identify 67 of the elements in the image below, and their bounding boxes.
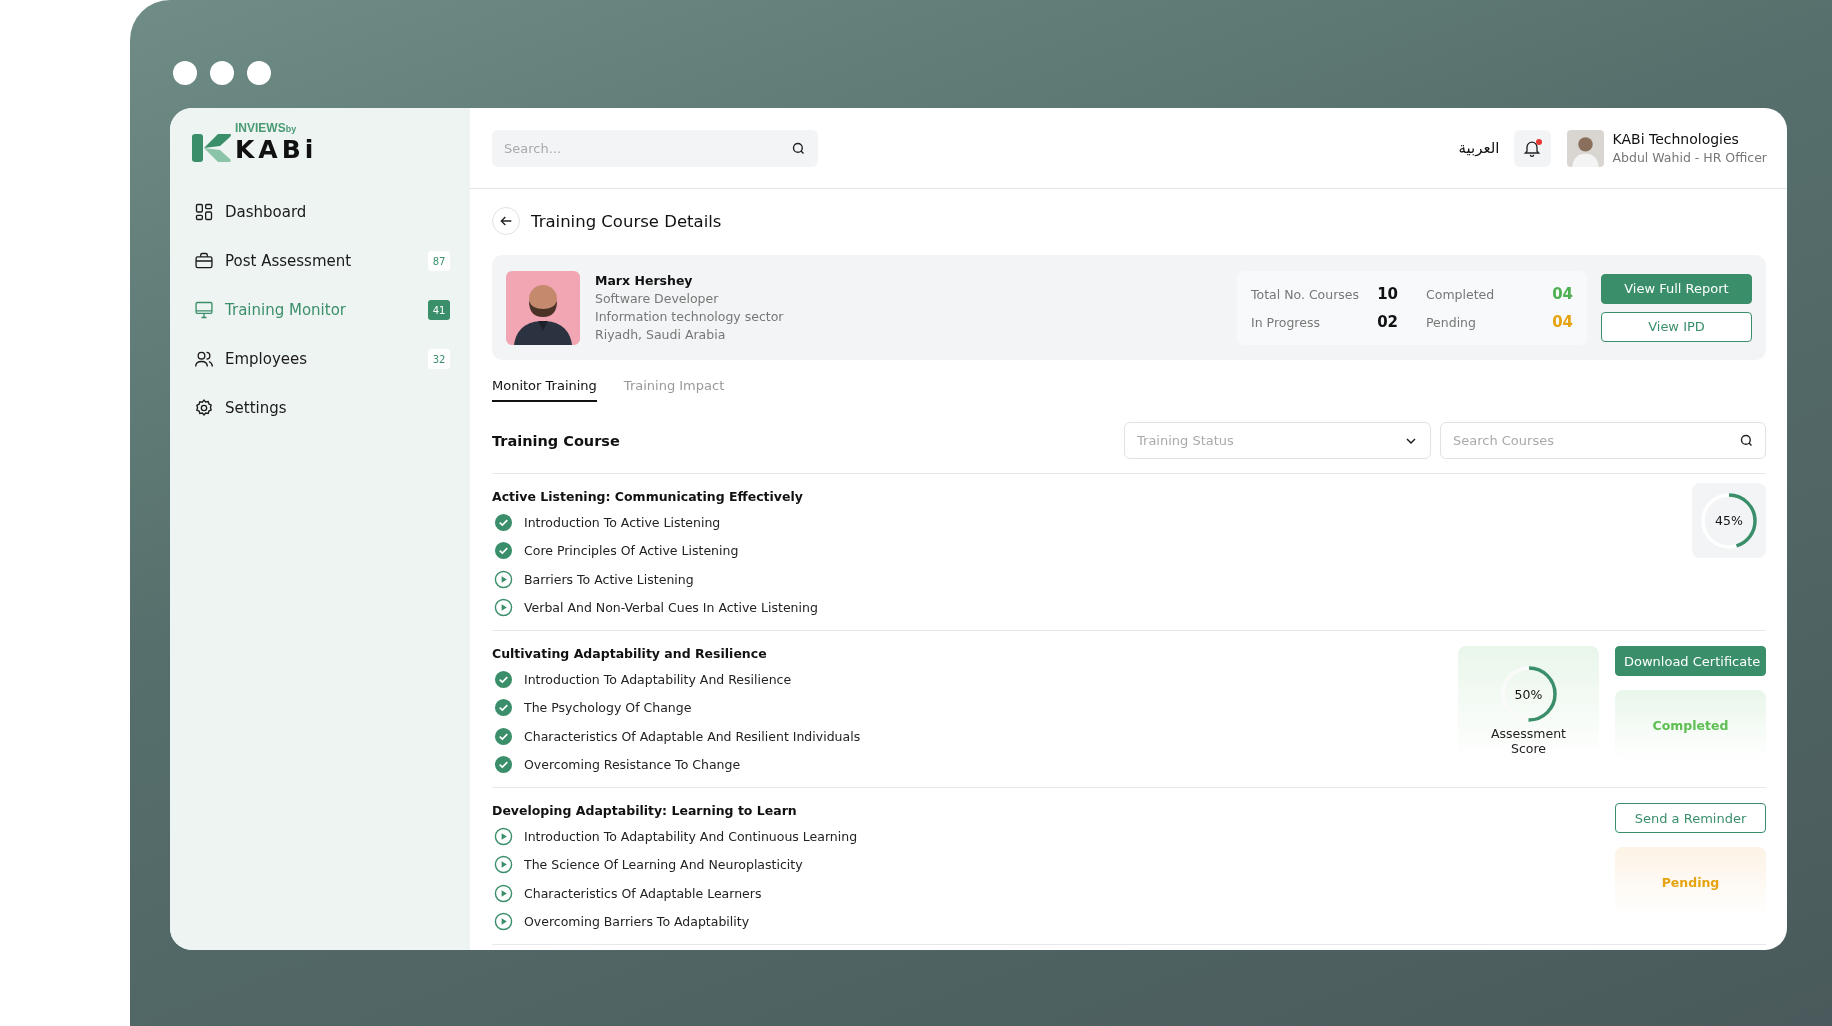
stat-value: 04 — [1552, 284, 1573, 303]
report-button[interactable]: View Full Report — [1601, 273, 1752, 304]
count-badge: 32 — [428, 349, 450, 369]
sidebar-item[interactable]: Training Monitor 41 — [192, 294, 450, 326]
stat-label: Pending — [1426, 314, 1476, 330]
search-field[interactable]: Search... — [492, 129, 818, 167]
window-dot — [247, 61, 271, 85]
search-icon — [791, 140, 806, 156]
lesson-title: Introduction To Active Listening — [524, 514, 721, 530]
back-button[interactable] — [492, 207, 520, 235]
briefcase-icon — [194, 251, 214, 271]
count-badge: 41 — [428, 300, 450, 320]
count-badge: 87 — [428, 251, 450, 271]
stat-label: Completed — [1426, 286, 1495, 302]
sidebar-item[interactable]: Settings — [192, 392, 450, 424]
page-title: Training Course Details — [531, 211, 722, 231]
employee-location: Riyadh, Saudi Arabia — [595, 327, 727, 342]
score-label: Assessment Score — [1490, 726, 1567, 756]
lesson-title: Characteristics Of Adaptable Learners — [524, 885, 762, 901]
window-dot — [173, 61, 197, 85]
lesson-title: Overcoming Resistance To Change — [524, 757, 741, 773]
lesson-title: Introduction To Adaptability And Resilience — [524, 671, 792, 687]
settings-icon — [194, 398, 214, 418]
avatar — [1566, 129, 1604, 167]
monitor-icon — [194, 300, 214, 320]
course-title: Active Listening: Communicating Effectively — [492, 489, 804, 504]
stat-value: 04 — [1552, 312, 1573, 331]
users-icon — [194, 349, 214, 369]
employee-sector: Information technology sector — [595, 309, 785, 324]
tab[interactable]: Monitor Training — [492, 369, 597, 402]
lesson-title: Verbal And Non-Verbal Cues In Active Listening — [524, 600, 818, 616]
language-link[interactable]: العربية — [1458, 139, 1500, 157]
report-button[interactable]: View IPD — [1601, 311, 1752, 342]
logo-icon — [192, 132, 232, 164]
grid-icon — [194, 202, 214, 222]
logo-brand: INVIEWSby — [235, 121, 298, 135]
stat-label: Total No. Courses — [1251, 286, 1360, 302]
company-name: KABi Technologies — [1612, 131, 1740, 147]
section-title: Training Course — [492, 432, 620, 449]
stat-label: In Progress — [1251, 314, 1320, 330]
lesson-title: Barriers To Active Listening — [524, 571, 694, 587]
stat-value: 02 — [1377, 312, 1398, 331]
status-dropdown[interactable]: Training Status — [1124, 422, 1431, 459]
course-action-button[interactable]: Download Certificate — [1615, 646, 1766, 676]
progress-percent: 45% — [1715, 513, 1743, 528]
lesson-title: The Science Of Learning And Neuroplasticity — [524, 857, 803, 873]
lesson-title: Characteristics Of Adaptable And Resilient Individuals — [524, 728, 861, 744]
window-dot — [210, 61, 234, 85]
notification-button[interactable] — [1513, 129, 1551, 167]
course-title: Cultivating Adaptability and Resilience — [492, 646, 768, 661]
course-title: Developing Adaptability: Learning to Learn — [492, 803, 798, 818]
search-icon — [1739, 433, 1754, 448]
employee-role: Software Developer — [595, 291, 720, 306]
sidebar-item[interactable]: Post Assessment 87 — [192, 245, 450, 277]
lesson-title: Introduction To Adaptability And Continuous Learning — [524, 828, 858, 844]
course-action-button[interactable]: Send a Reminder — [1615, 803, 1766, 833]
user-role: Abdul Wahid - HR Officer — [1612, 150, 1767, 165]
stat-value: 10 — [1377, 284, 1398, 303]
course-search-field[interactable]: Search Courses — [1440, 422, 1766, 459]
logo-name: KABi — [235, 135, 318, 164]
lesson-title: The Psychology Of Change — [524, 700, 692, 716]
lesson-title: Core Principles Of Active Listening — [524, 543, 739, 559]
score-percent: 50% — [1514, 686, 1543, 702]
lesson-title: Overcoming Barriers To Adaptability — [524, 914, 750, 930]
sidebar-item[interactable]: Dashboard — [192, 196, 450, 228]
employee-name: Marx Hershey — [595, 273, 694, 288]
sidebar-item[interactable]: Employees 32 — [192, 343, 450, 375]
